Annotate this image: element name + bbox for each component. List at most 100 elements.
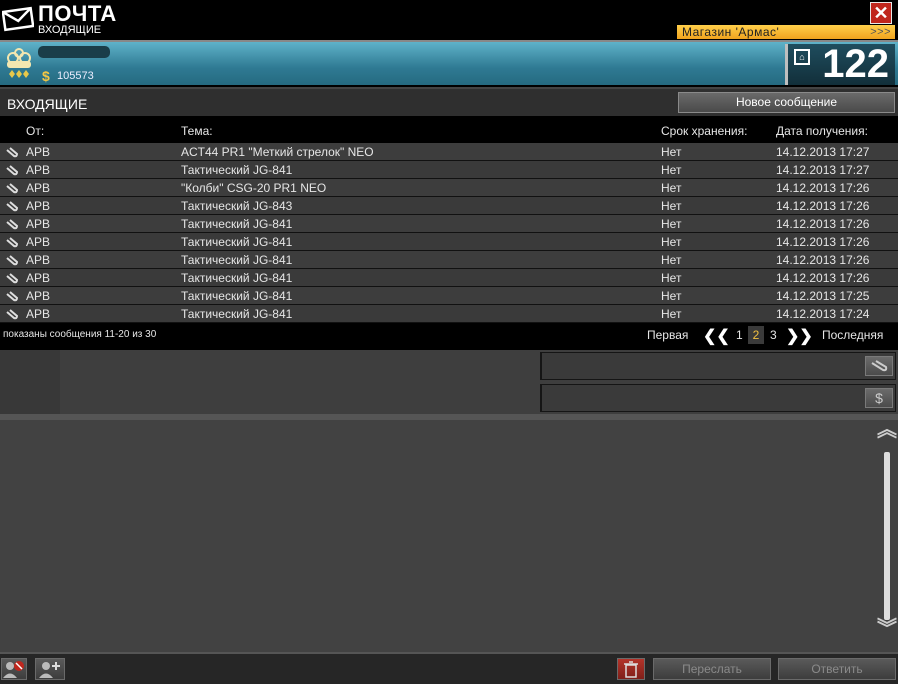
trash-icon [624, 661, 638, 678]
block-user-icon [3, 661, 24, 678]
message-from: АРВ [26, 145, 51, 159]
table-row[interactable]: АРВ Тактический JG-841 Нет 14.12.2013 17… [0, 215, 898, 233]
attachment-icon [6, 273, 18, 284]
message-storage: Нет [661, 289, 682, 303]
column-headers: От: Тема: Срок хранения: Дата получения: [0, 120, 898, 142]
message-storage: Нет [661, 235, 682, 249]
attachment-icon [6, 237, 18, 248]
level-value: 122 [822, 42, 889, 86]
message-date: 14.12.2013 17:26 [776, 181, 870, 195]
delete-button[interactable] [617, 658, 645, 680]
message-storage: Нет [661, 307, 682, 321]
attachment-icon [6, 219, 18, 230]
attachment-icon [6, 255, 18, 266]
column-storage[interactable]: Срок хранения: [661, 124, 747, 138]
message-storage: Нет [661, 271, 682, 285]
message-storage: Нет [661, 199, 682, 213]
shop-arrows-icon: >>> [870, 26, 891, 38]
paperclip-icon[interactable] [865, 356, 893, 376]
message-date: 14.12.2013 17:24 [776, 307, 870, 321]
section-header: ВХОДЯЩИЕ Новое сообщение [0, 87, 898, 116]
attachment-icon [6, 165, 18, 176]
table-row[interactable]: АРВ Тактический JG-843 Нет 14.12.2013 17… [0, 197, 898, 215]
message-from: АРВ [26, 217, 51, 231]
add-contact-icon [39, 662, 60, 678]
message-from: АРВ [26, 163, 51, 177]
table-row[interactable]: АРВ Тактический JG-841 Нет 14.12.2013 17… [0, 251, 898, 269]
message-subject: Тактический JG-841 [181, 307, 293, 321]
message-subject: Тактический JG-843 [181, 199, 293, 213]
message-subject: Тактический JG-841 [181, 163, 293, 177]
dollar-icon[interactable]: $ [865, 388, 893, 408]
money-icon: $ [42, 68, 50, 84]
message-subject: Тактический JG-841 [181, 271, 293, 285]
message-from: АРВ [26, 307, 51, 321]
attachment-money-row: $ [540, 384, 896, 412]
pagination-bar: показаны сообщения 11-20 из 30 Первая ❮❮… [0, 324, 898, 346]
table-row[interactable]: АРВ Тактический JG-841 Нет 14.12.2013 17… [0, 287, 898, 305]
add-contact-button[interactable] [35, 658, 65, 680]
sender-avatar-area [0, 350, 60, 414]
message-body[interactable] [0, 420, 898, 652]
page-last-link[interactable]: Последняя [822, 328, 883, 342]
page-link-3[interactable]: 3 [770, 328, 777, 342]
message-subject: ACT44 PR1 "Меткий стрелок" NEO [181, 145, 374, 159]
player-bar: $ 105573 ⌂ 122 [0, 40, 898, 86]
attachment-icon [6, 183, 18, 194]
level-box: ⌂ 122 [785, 42, 895, 86]
reply-button[interactable]: Ответить [778, 658, 896, 680]
message-subject: Тактический JG-841 [181, 289, 293, 303]
message-date: 14.12.2013 17:27 [776, 163, 870, 177]
attachment-icon [6, 291, 18, 302]
table-row[interactable]: АРВ Тактический JG-841 Нет 14.12.2013 17… [0, 269, 898, 287]
scroll-up-icon[interactable]: ︽ [877, 420, 897, 440]
message-subject: Тактический JG-841 [181, 217, 293, 231]
message-from: АРВ [26, 253, 51, 267]
window-subtitle: ВХОДЯЩИЕ [38, 24, 102, 36]
table-row[interactable]: АРВ Тактический JG-841 Нет 14.12.2013 17… [0, 161, 898, 179]
message-from: АРВ [26, 199, 51, 213]
message-from: АРВ [26, 271, 51, 285]
pagination-info: показаны сообщения 11-20 из 30 [3, 329, 157, 340]
message-from: АРВ [26, 235, 51, 249]
column-subject[interactable]: Тема: [181, 124, 213, 138]
table-row[interactable]: АРВ "Колби" CSG-20 PR1 NEO Нет 14.12.201… [0, 179, 898, 197]
message-from: АРВ [26, 289, 51, 303]
message-storage: Нет [661, 217, 682, 231]
message-storage: Нет [661, 181, 682, 195]
title-bar: ПОЧТА ВХОДЯЩИЕ ✕ Магазин 'Армас' >>> [0, 0, 898, 40]
bottom-bar: Переслать Ответить [0, 652, 898, 684]
message-date: 14.12.2013 17:27 [776, 145, 870, 159]
table-row[interactable]: АРВ Тактический JG-841 Нет 14.12.2013 17… [0, 233, 898, 251]
message-date: 14.12.2013 17:25 [776, 289, 870, 303]
attachment-item-row [540, 352, 896, 380]
player-name-redacted [38, 46, 110, 58]
column-date[interactable]: Дата получения: [776, 124, 868, 138]
page-link-1[interactable]: 1 [736, 328, 743, 342]
message-date: 14.12.2013 17:26 [776, 253, 870, 267]
forward-button[interactable]: Переслать [653, 658, 771, 680]
money-value: 105573 [57, 70, 94, 82]
scroll-down-icon[interactable]: ︾ [877, 619, 897, 639]
message-subject: Тактический JG-841 [181, 253, 293, 267]
mail-icon [2, 6, 34, 32]
column-from[interactable]: От: [26, 124, 44, 138]
attachment-icon [6, 201, 18, 212]
table-row[interactable]: АРВ Тактический JG-841 Нет 14.12.2013 17… [0, 305, 898, 323]
attachment-icon [6, 147, 18, 158]
shop-label[interactable]: Магазин 'Армас' >>> [677, 25, 895, 39]
block-user-button[interactable] [1, 658, 27, 680]
page-link-current[interactable]: 2 [748, 326, 764, 344]
message-date: 14.12.2013 17:26 [776, 235, 870, 249]
page-first-link[interactable]: Первая [647, 328, 688, 342]
message-storage: Нет [661, 253, 682, 267]
close-button[interactable]: ✕ [870, 2, 892, 24]
prev-page-icon[interactable]: ❮❮ [703, 326, 730, 346]
level-icon: ⌂ [794, 49, 810, 65]
table-row[interactable]: АРВ ACT44 PR1 "Меткий стрелок" NEO Нет 1… [0, 143, 898, 161]
message-date: 14.12.2013 17:26 [776, 217, 870, 231]
next-page-icon[interactable]: ❯❯ [786, 326, 813, 346]
message-date: 14.12.2013 17:26 [776, 199, 870, 213]
scrollbar[interactable] [884, 452, 890, 620]
new-message-button[interactable]: Новое сообщение [678, 92, 895, 113]
